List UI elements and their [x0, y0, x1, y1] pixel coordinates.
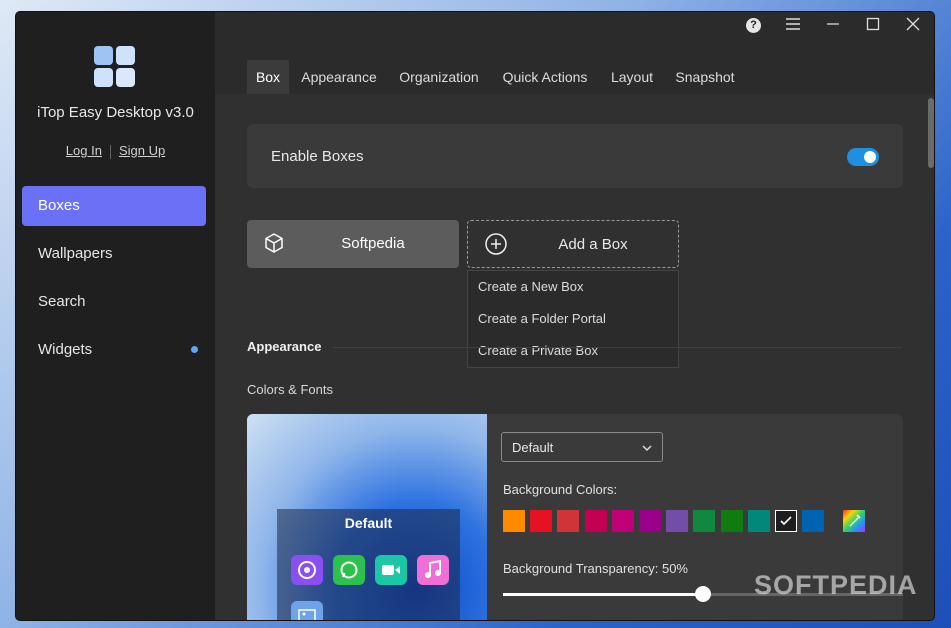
- main-panel: ? Box Appearance Organization Quick Acti…: [215, 12, 934, 620]
- help-icon[interactable]: ?: [746, 18, 761, 33]
- color-swatch[interactable]: [639, 510, 661, 532]
- sidebar-item-label: Wallpapers: [38, 245, 113, 262]
- sidebar-item-wallpapers[interactable]: Wallpapers: [22, 234, 206, 274]
- signup-link[interactable]: Sign Up: [119, 143, 165, 158]
- music-icon: [417, 555, 449, 585]
- app-name: iTop Easy Desktop v3.0: [37, 104, 194, 121]
- color-swatch[interactable]: [720, 510, 743, 532]
- chrome-icon: [291, 555, 323, 585]
- slider-fill: [503, 593, 703, 596]
- color-swatch[interactable]: [503, 510, 525, 532]
- notification-dot: [191, 346, 198, 353]
- watermark: SOFTPEDIA: [754, 570, 918, 600]
- enable-boxes-card: Enable Boxes: [247, 124, 903, 188]
- tab-box[interactable]: Box: [247, 60, 289, 94]
- menu-item-private-box[interactable]: Create a Private Box: [468, 335, 678, 367]
- menu-item-folder-portal[interactable]: Create a Folder Portal: [468, 303, 678, 335]
- background-colors-label: Background Colors:: [503, 482, 618, 497]
- theme-select-value: Default: [512, 440, 554, 455]
- scrollbar[interactable]: [928, 98, 934, 168]
- color-swatch[interactable]: [747, 510, 770, 532]
- add-box-menu: Create a New Box Create a Folder Portal …: [467, 270, 679, 368]
- auth-links: Log In Sign Up: [16, 143, 215, 159]
- tab-appearance[interactable]: Appearance: [297, 60, 381, 94]
- app-window: iTop Easy Desktop v3.0 Log In Sign Up Box…: [16, 12, 934, 620]
- photos-icon: [291, 601, 323, 620]
- slider-knob[interactable]: [695, 586, 711, 602]
- menu-item-new-box[interactable]: Create a New Box: [468, 271, 678, 303]
- sidebar-item-label: Search: [38, 293, 86, 310]
- chevron-down-icon: [642, 440, 652, 458]
- enable-boxes-label: Enable Boxes: [271, 148, 364, 165]
- facetime-icon: [375, 555, 407, 585]
- close-icon[interactable]: [902, 16, 924, 38]
- transparency-label: Background Transparency: 50%: [503, 561, 688, 576]
- color-swatch[interactable]: [530, 510, 553, 532]
- appearance-section-title: Appearance: [247, 339, 322, 354]
- menu-icon[interactable]: [782, 16, 804, 38]
- theme-select[interactable]: Default: [501, 432, 663, 462]
- tab-quick-actions[interactable]: Quick Actions: [497, 60, 593, 94]
- app-logo: [94, 46, 136, 88]
- sidebar-item-boxes[interactable]: Boxes: [22, 186, 206, 226]
- sidebar-item-search[interactable]: Search: [22, 282, 206, 322]
- enable-boxes-toggle[interactable]: [847, 148, 879, 166]
- tab-organization[interactable]: Organization: [393, 60, 485, 94]
- tab-bar: Box Appearance Organization Quick Action…: [215, 60, 934, 94]
- box-preview: Default: [277, 509, 460, 620]
- sidebar-item-label: Boxes: [38, 197, 80, 214]
- minimize-icon[interactable]: [822, 16, 844, 38]
- color-swatch[interactable]: [802, 510, 825, 532]
- section-divider: [333, 347, 902, 348]
- sidebar: iTop Easy Desktop v3.0 Log In Sign Up Box…: [16, 12, 215, 620]
- tab-layout[interactable]: Layout: [605, 60, 659, 94]
- color-swatch[interactable]: [557, 510, 580, 532]
- color-swatch[interactable]: [584, 510, 607, 532]
- color-swatch[interactable]: [611, 510, 634, 532]
- preview-title: Default: [344, 515, 393, 531]
- auth-divider: [109, 144, 111, 159]
- color-swatch[interactable]: [666, 510, 689, 532]
- add-box-button[interactable]: Add a Box: [467, 220, 679, 268]
- box-tile[interactable]: Softpedia: [247, 220, 459, 268]
- add-box-label: Add a Box: [558, 236, 628, 253]
- sidebar-item-label: Widgets: [38, 341, 93, 358]
- title-bar: ?: [215, 12, 934, 42]
- box-name: Softpedia: [341, 235, 405, 252]
- login-link[interactable]: Log In: [66, 143, 102, 158]
- colors-fonts-heading: Colors & Fonts: [247, 382, 333, 397]
- color-swatch[interactable]: [775, 510, 797, 532]
- whatsapp-icon: [333, 555, 365, 585]
- sidebar-item-widgets[interactable]: Widgets: [22, 330, 206, 370]
- tab-snapshot[interactable]: Snapshot: [671, 60, 739, 94]
- color-swatch[interactable]: [693, 510, 716, 532]
- custom-color-swatch[interactable]: [843, 510, 865, 532]
- wallpaper-preview: Default: [247, 414, 487, 620]
- maximize-icon[interactable]: [862, 16, 884, 38]
